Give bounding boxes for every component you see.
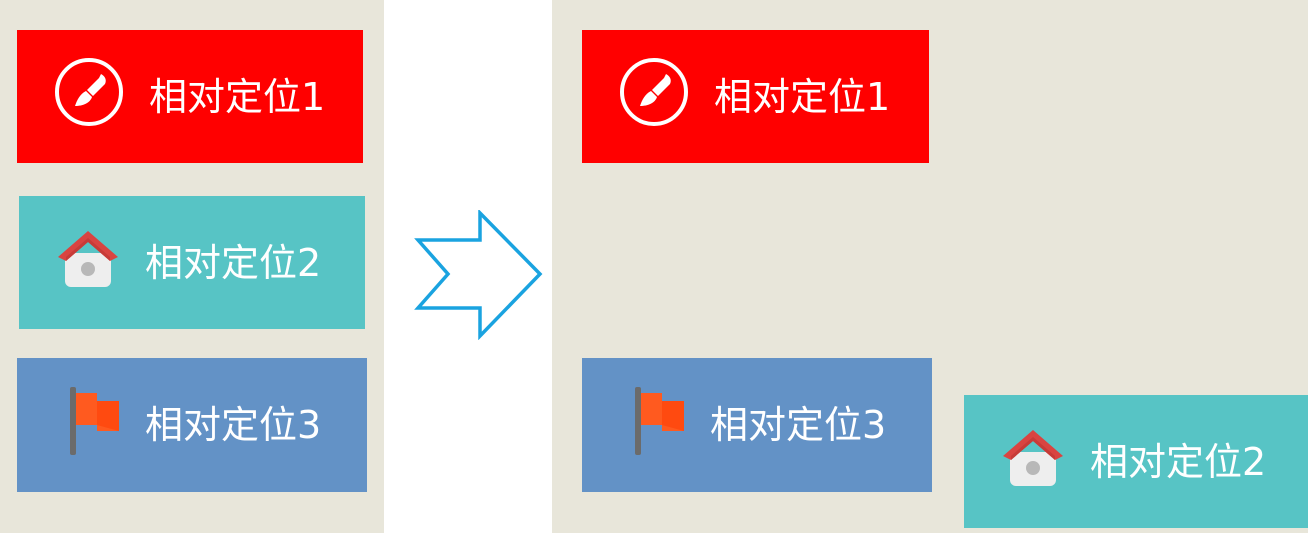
flag-icon xyxy=(67,385,123,466)
brush-icon xyxy=(618,56,690,137)
relative-box-1-after: 相对定位1 xyxy=(582,30,929,163)
relative-box-1: 相对定位1 xyxy=(17,30,363,163)
chevron-arrow-right-icon xyxy=(414,210,543,340)
box-label: 相对定位3 xyxy=(710,403,887,447)
box-label: 相对定位1 xyxy=(714,74,891,119)
box-label: 相对定位2 xyxy=(1090,439,1267,484)
relative-box-3-after: 相对定位3 xyxy=(582,358,932,492)
relative-box-3: 相对定位3 xyxy=(17,358,367,492)
flag-icon xyxy=(632,385,688,466)
brush-icon xyxy=(53,56,125,137)
home-icon xyxy=(1000,426,1066,497)
box-label: 相对定位3 xyxy=(145,403,322,447)
relative-box-2-after: 相对定位2 xyxy=(964,395,1308,528)
home-icon xyxy=(55,227,121,298)
box-label: 相对定位2 xyxy=(145,240,322,285)
box-label: 相对定位1 xyxy=(149,74,326,119)
relative-box-2: 相对定位2 xyxy=(19,196,365,329)
